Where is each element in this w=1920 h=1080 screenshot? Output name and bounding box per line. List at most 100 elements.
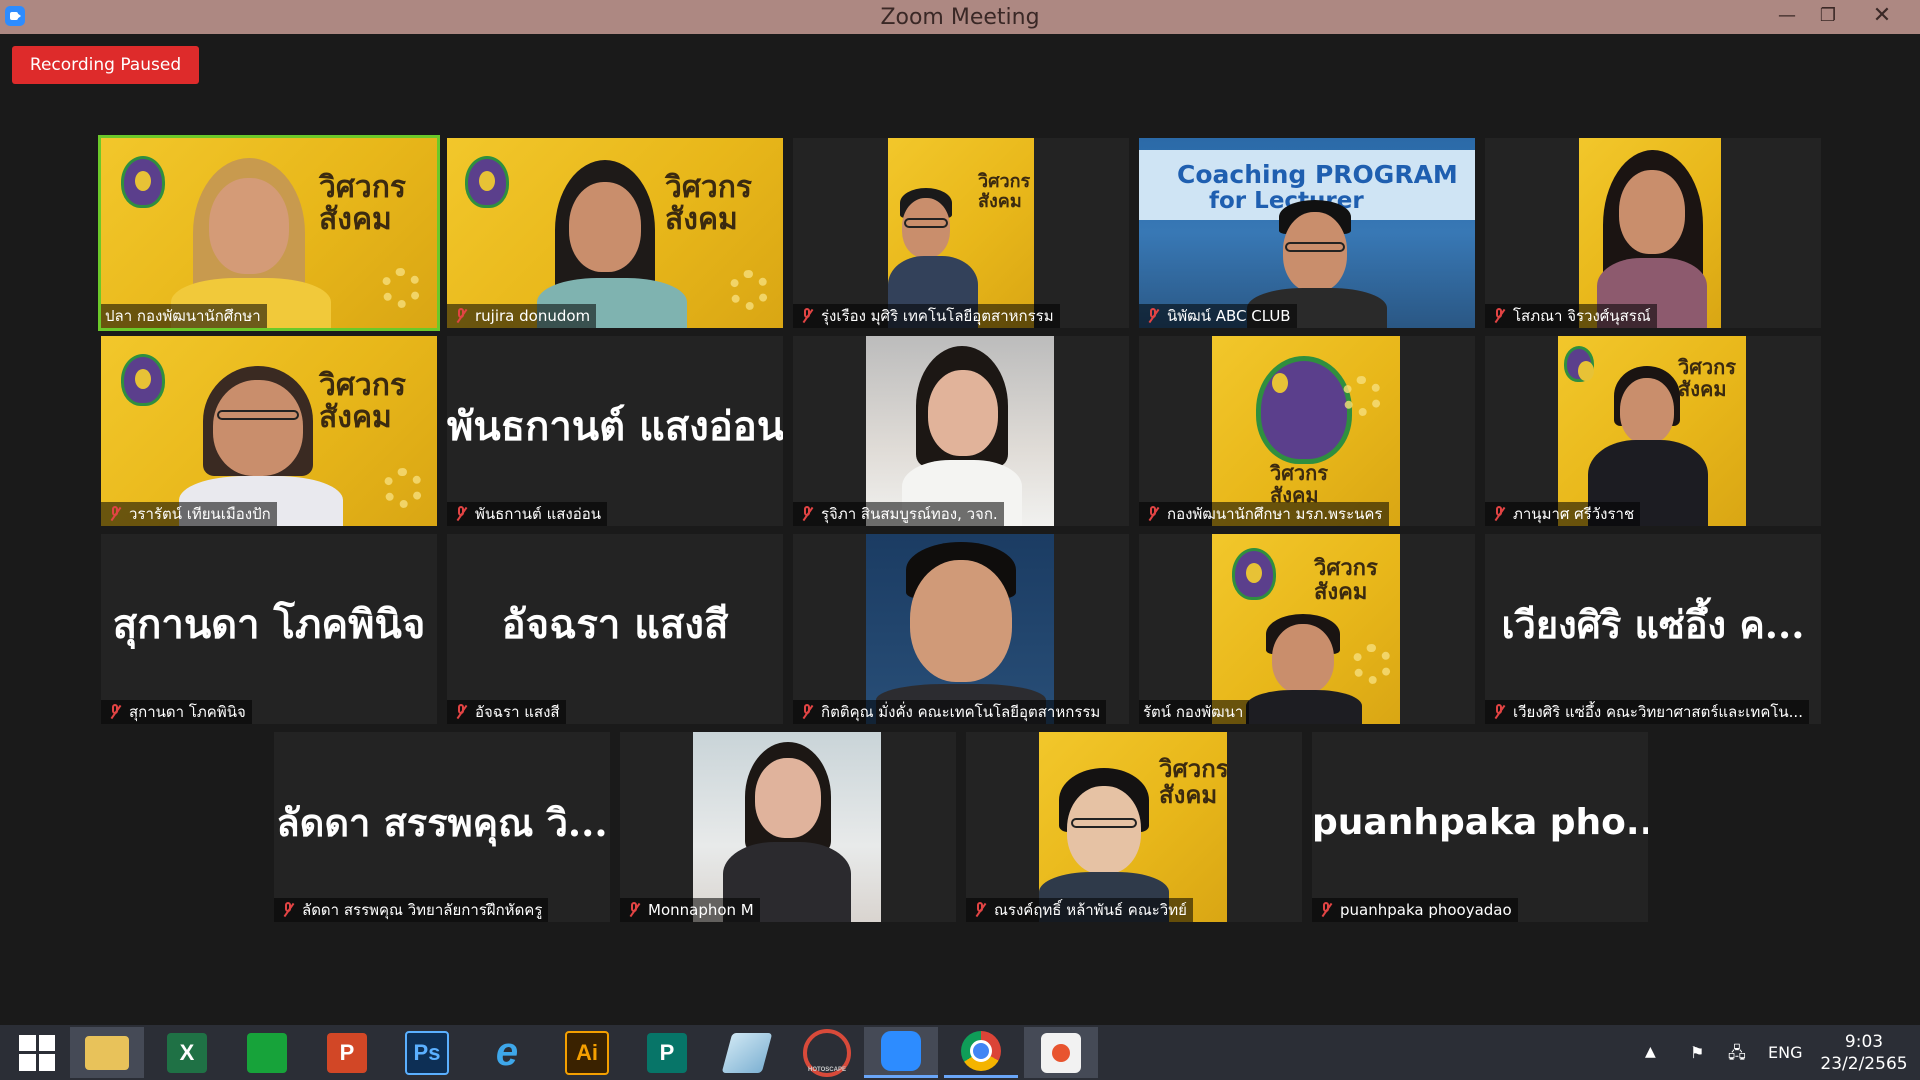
participant-tile[interactable]: puanhpaka pho... puanhpaka phooyadao [1312,732,1648,922]
participant-video: วิศวกร สังคม [1558,336,1746,526]
gear-icon [383,468,423,508]
network-icon[interactable]: 🖧 [1728,1025,1746,1080]
participant-tile[interactable]: พันธกานต์ แสงอ่อน พันธกานต์ แสงอ่อน [447,336,783,526]
participant-name: กองพัฒนานักศึกษา มรภ.พระนคร [1139,502,1389,526]
participant-video: วิศวกร สังคม [888,138,1034,328]
taskbar-photoshop[interactable]: Ps [390,1027,464,1078]
action-center-flag-icon[interactable]: ⚑ [1690,1025,1704,1080]
muted-mic-icon [801,308,813,324]
university-seal [1564,346,1594,382]
powerpoint-icon: P [327,1032,367,1073]
photoshop-icon: Ps [405,1030,449,1075]
participant-video: วิศวกร สังคม [1212,336,1400,526]
participant-name: รัตน์ กองพัฒนา [1139,700,1250,724]
participant-tile[interactable]: วิศวกร สังคม รัตน์ กองพัฒนา [1139,534,1475,724]
participant-tile[interactable]: รุจิภา สินสมบูรณ์ทอง, วจก. [793,336,1129,526]
muted-mic-icon [109,704,121,720]
taskbar-excel[interactable]: X [150,1027,224,1078]
banner-brand: วิศวกร สังคม [665,170,753,237]
taskbar-store[interactable] [230,1027,304,1078]
taskbar-chrome[interactable] [944,1027,1018,1078]
taskbar-notes[interactable] [710,1027,784,1078]
muted-mic-icon [1493,506,1505,522]
gear-icon [1342,376,1382,416]
clock-date: 23/2/2565 [1820,1054,1908,1074]
muted-mic-icon [801,704,813,720]
photoscape-icon: HOTOSCAPE [803,1028,851,1077]
show-hidden-icons-button[interactable]: ▲ [1645,1025,1656,1080]
clock-time: 9:03 [1844,1032,1884,1052]
windows-logo-icon [19,1034,55,1071]
participant-tile[interactable]: ลัดดา สรรพคุณ วิ... ลัดดา สรรพคุณ วิทยาล… [274,732,610,922]
windows-start-button[interactable] [0,1027,74,1078]
participant-tile[interactable]: สุกานดา โภคพินิจ สุกานดา โภคพินิจ [101,534,437,724]
participant-display-name: พันธกานต์ แสงอ่อน [447,403,783,450]
university-seal [1256,356,1352,464]
illustrator-icon: Ai [565,1030,609,1075]
participant-name: สุกานดา โภคพินิจ [101,700,252,724]
taskbar-photoscape[interactable]: HOTOSCAPE [790,1027,864,1078]
participant-video: วิศวกร สังคม [101,138,437,328]
participant-name: กิตติคุณ มั่งคั่ง คณะเทคโนโลยีอุตสาหกรรม [793,700,1107,724]
participant-name: Monnaphon M [620,898,760,922]
muted-mic-icon [282,902,294,918]
participant-tile[interactable]: วิศวกร สังคม ภานุมาศ ศรีวังราช [1485,336,1821,526]
participant-display-name: ลัดดา สรรพคุณ วิ... [276,800,608,845]
taskbar-clock[interactable]: 9:03 23/2/2565 [1808,1031,1920,1075]
participant-name: รุจิภา สินสมบูรณ์ทอง, วจก. [793,502,1004,526]
participant-tile[interactable]: เวียงศิริ แซ่อึ้ง ค... เวียงศิริ แซ่อึ้ง… [1485,534,1821,724]
language-indicator[interactable]: ENG [1768,1025,1802,1080]
muted-mic-icon [1493,308,1505,324]
participant-name: นิพัฒน์ ABC CLUB [1139,304,1297,328]
taskbar-illustrator[interactable]: Ai [550,1027,624,1078]
banner-brand: วิศวกร สังคม [1678,355,1737,401]
university-seal [121,156,165,208]
participant-tile[interactable]: วิศวกร สังคม กองพัฒนานักศึกษา มรภ.พระนคร [1139,336,1475,526]
participant-name: rujira donudom [447,304,597,328]
photoscape-label: HOTOSCAPE [808,1066,846,1073]
taskbar-powerpoint[interactable]: P [310,1027,384,1078]
participant-tile[interactable]: Monnaphon M [620,732,956,922]
participant-video: Coaching PROGRAM for Lecturer [1139,138,1475,328]
taskbar-paint[interactable] [1024,1027,1098,1078]
participant-display-name: เวียงศิริ แซ่อึ้ง ค... [1501,602,1805,647]
muted-mic-icon [628,902,640,918]
taskbar-internet-explorer[interactable]: e [470,1027,544,1078]
gear-icon [381,268,421,308]
gallery-view: วิศวกร สังคม ปลา กองพัฒนานักศึกษา วิศวกร… [0,0,1920,1025]
screen-text: Coaching PROGRAM [1177,160,1458,189]
taskbar-zoom[interactable] [864,1027,938,1078]
taskbar-file-explorer[interactable] [70,1027,144,1078]
participant-name: เวียงศิริ แซ่อึ้ง คณะวิทยาศาสตร์และเทคโน… [1485,700,1809,724]
participant-display-name: puanhpaka pho... [1312,802,1648,843]
participant-tile[interactable]: กิตติคุณ มั่งคั่ง คณะเทคโนโลยีอุตสาหกรรม [793,534,1129,724]
muted-mic-icon [1147,308,1159,324]
participant-name: ลัดดา สรรพคุณ วิทยาลัยการฝึกหัดครู [274,898,549,922]
participant-tile[interactable]: อัจฉรา แสงสี อัจฉรา แสงสี [447,534,783,724]
muted-mic-icon [109,506,121,522]
notes-icon [721,1032,773,1073]
participant-tile[interactable]: วิศวกร สังคม รุ่งเรือง มุศิริ เทคโนโลยีอ… [793,138,1129,328]
store-bag-icon [247,1032,287,1073]
internet-explorer-icon: e [495,1030,519,1074]
banner-brand: วิศวกร สังคม [978,171,1031,212]
participant-display-name: สุกานดา โภคพินิจ [112,601,426,648]
zoom-icon [881,1031,921,1071]
gear-icon [729,270,769,310]
participant-tile[interactable]: วิศวกร สังคม rujira donudom [447,138,783,328]
participant-tile[interactable]: วิศวกร สังคม ปลา กองพัฒนานักศึกษา [98,135,440,331]
participant-tile[interactable]: Coaching PROGRAM for Lecturer นิพัฒน์ AB… [1139,138,1475,328]
folder-icon [85,1035,129,1070]
muted-mic-icon [801,506,813,522]
participant-tile[interactable]: วิศวกร สังคม วรารัตน์ เทียนเมืองปัก [101,336,437,526]
banner-brand: วิศวกร สังคม [1159,754,1229,809]
participant-video [693,732,881,922]
university-seal [465,156,509,208]
taskbar-publisher[interactable]: P [630,1027,704,1078]
participant-video [866,336,1054,526]
muted-mic-icon [1320,902,1332,918]
participant-tile[interactable]: วิศวกร สังคม ณรงค์ฤทธิ์ หล้าพันธ์ คณะวิท… [966,732,1302,922]
gear-icon [1352,644,1392,684]
participant-tile[interactable]: โสภณา จิรวงศ์นุสรณ์ [1485,138,1821,328]
participant-name: ณรงค์ฤทธิ์ หล้าพันธ์ คณะวิทย์ [966,898,1193,922]
